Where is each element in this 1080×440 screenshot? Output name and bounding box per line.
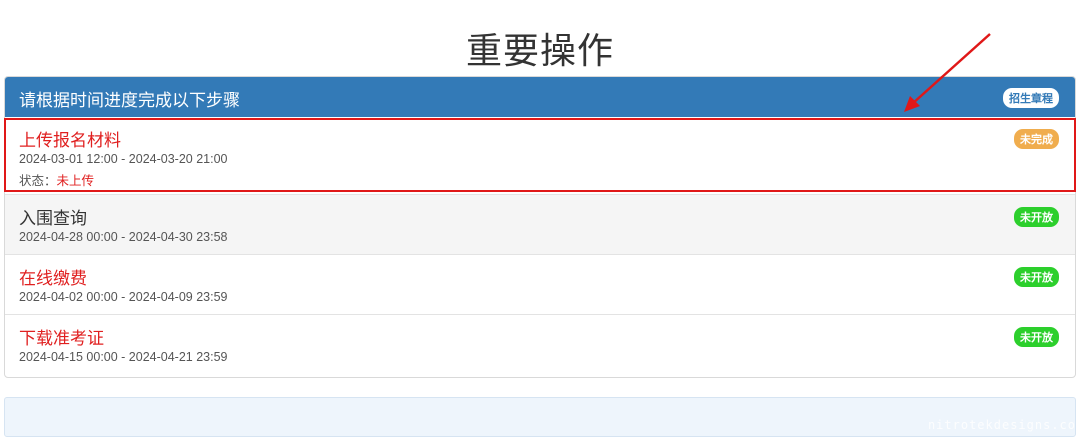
- status-badge-not-open: 未开放: [1014, 327, 1059, 347]
- watermark: nitrotekdesigns.co: [927, 418, 1076, 432]
- step-status-label: 状态：: [19, 173, 57, 188]
- page-title: 重要操作: [465, 31, 614, 72]
- status-badge-incomplete: 未完成: [1014, 129, 1059, 149]
- steps-panel: 请根据时间进度完成以下步骤 招生章程 上传报名材料 2024-03-01 12:…: [4, 76, 1076, 378]
- status-badge-not-open: 未开放: [1014, 207, 1059, 227]
- step-download-admission-ticket[interactable]: 下载准考证 2024-04-15 00:00 - 2024-04-21 23:5…: [5, 315, 1075, 375]
- step-upload-materials[interactable]: 上传报名材料 2024-03-01 12:00 - 2024-03-20 21:…: [5, 117, 1075, 195]
- panel-header-text: 请根据时间进度完成以下步骤: [19, 91, 240, 111]
- bottom-panel: [4, 397, 1076, 437]
- status-badge-not-open: 未开放: [1014, 267, 1059, 287]
- step-title[interactable]: 上传报名材料: [19, 126, 121, 151]
- step-online-payment[interactable]: 在线缴费 2024-04-02 00:00 - 2024-04-09 23:59…: [5, 255, 1075, 315]
- admission-rules-badge[interactable]: 招生章程: [1003, 88, 1059, 108]
- step-title[interactable]: 在线缴费: [19, 264, 87, 289]
- step-time: 2024-03-01 12:00 - 2024-03-20 21:00: [19, 152, 228, 166]
- panel-header: 请根据时间进度完成以下步骤 招生章程: [5, 77, 1075, 117]
- step-title[interactable]: 下载准考证: [19, 324, 104, 349]
- step-status: 状态：未上传: [19, 170, 94, 189]
- step-time: 2024-04-28 00:00 - 2024-04-30 23:58: [19, 230, 228, 244]
- step-status-value: 未上传: [56, 173, 95, 188]
- step-shortlist-query[interactable]: 入围查询 2024-04-28 00:00 - 2024-04-30 23:58…: [5, 195, 1075, 255]
- step-time: 2024-04-15 00:00 - 2024-04-21 23:59: [19, 350, 228, 364]
- step-title[interactable]: 入围查询: [19, 204, 87, 229]
- step-time: 2024-04-02 00:00 - 2024-04-09 23:59: [19, 290, 228, 304]
